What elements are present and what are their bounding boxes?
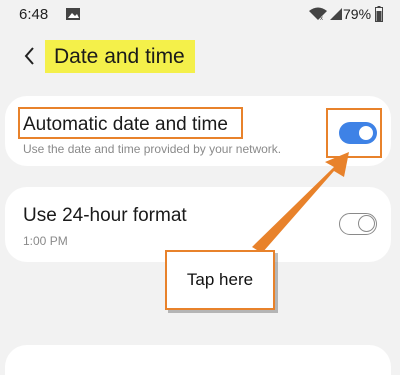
tap-here-callout: Tap here [165,250,275,310]
status-time: 6:48 [19,6,49,23]
image-icon [66,8,80,20]
24-hour-format-label: Use 24-hour format [23,205,187,226]
svg-text:x: x [320,16,323,21]
automatic-date-time-description: Use the date and time provided by your n… [23,142,282,156]
callout-text: Tap here [186,270,254,289]
24-hour-format-example: 1:00 PM [23,234,68,248]
wifi-icon: x [309,7,327,21]
24-hour-format-toggle[interactable] [339,213,377,235]
annotation-highlight-box [18,107,243,139]
signal-icon [330,8,342,20]
toggle-knob [358,215,375,232]
page-title: Date and time [54,45,185,68]
battery-percentage: 79% [343,6,372,22]
status-bar: 6:48 x 79% [0,0,400,30]
annotation-toggle-box [326,108,382,158]
next-settings-card [5,345,391,375]
back-arrow-icon[interactable] [22,45,38,67]
battery-icon [375,6,383,22]
